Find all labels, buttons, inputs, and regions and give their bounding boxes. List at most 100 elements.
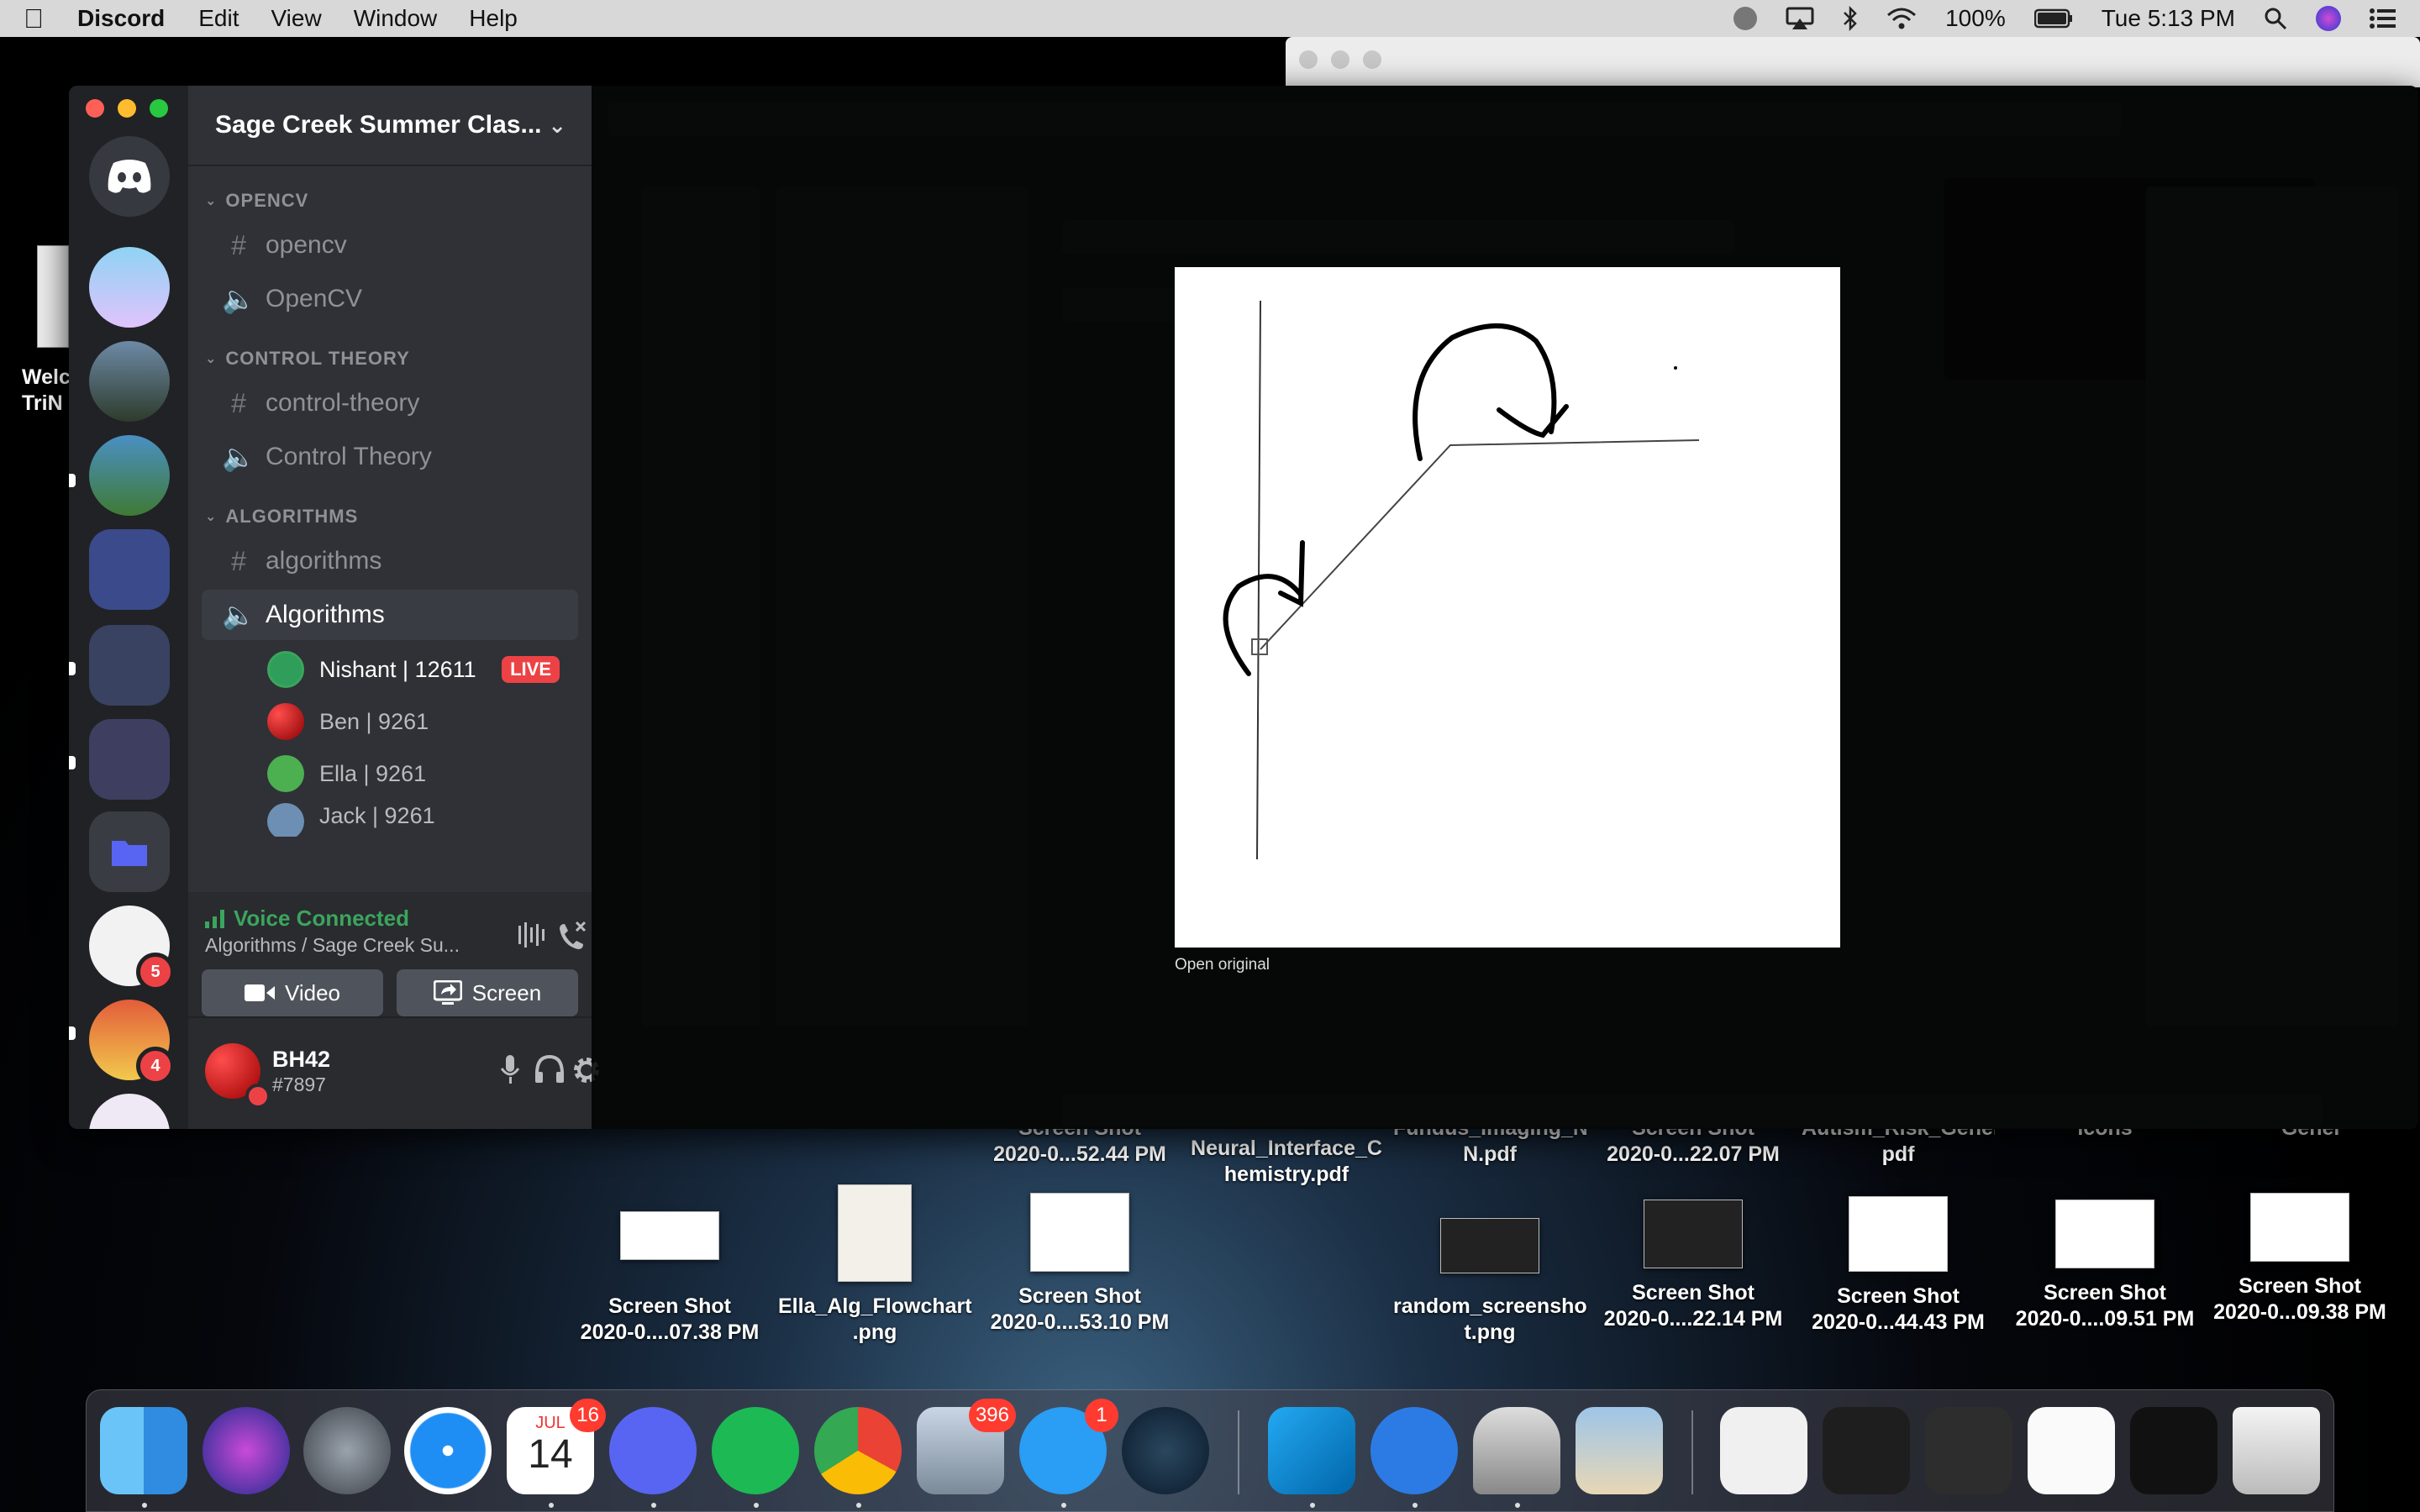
messages-icon[interactable]: 1 (1019, 1399, 1118, 1508)
siri-icon[interactable] (2316, 6, 2341, 31)
vscode-icon[interactable] (1268, 1407, 1355, 1508)
server-folder-1[interactable] (89, 529, 170, 610)
spotify-icon[interactable] (712, 1407, 799, 1508)
channel-algorithms-voice[interactable]: 🔈 Algorithms (202, 590, 578, 640)
voice-connected-status[interactable]: Voice Connected (205, 906, 409, 932)
minimized-spotify-window[interactable] (2130, 1407, 2217, 1494)
sketch-pencil-app-icon[interactable] (1370, 1407, 1458, 1508)
siri-icon[interactable] (203, 1407, 290, 1494)
screen-share-button[interactable]: Screen (397, 969, 578, 1016)
minimize-window-button[interactable] (118, 99, 136, 118)
channel-control-theory-voice[interactable]: 🔈 Control Theory (202, 432, 578, 482)
desktop-icon-screenshot-3[interactable]: Screen Shot 2020-0....22.14 PM (1597, 1200, 1790, 1332)
server-icon-cat[interactable]: 5 (89, 906, 175, 991)
noise-suppression-icon[interactable] (518, 922, 544, 948)
channel-opencv-text[interactable]: # opencv (202, 220, 578, 270)
category-control-theory[interactable]: ⌄ CONTROL THEORY (205, 348, 592, 370)
notification-badge: 396 (968, 1399, 1016, 1432)
desktop-icon-screenshot-5[interactable]: Screen Shot 2020-0....09.51 PM (2008, 1200, 2202, 1332)
guild-header[interactable]: Sage Creek Summer Clas... ⌄ (188, 86, 592, 166)
wifi-icon[interactable] (1886, 7, 1917, 30)
server-icon-first-challenge[interactable]: 4 (89, 1000, 175, 1085)
desktop-icon-partial[interactable] (0, 245, 69, 354)
microphone-icon[interactable] (501, 1055, 519, 1085)
voice-user-ella[interactable]: Ella | 9261 (267, 748, 592, 800)
notification-center-icon[interactable] (2370, 8, 2396, 29)
python-launcher-icon[interactable] (1473, 1407, 1560, 1508)
channel-control-theory-text[interactable]: # control-theory (202, 378, 578, 428)
guild-name: Sage Creek Summer Clas... (215, 111, 542, 139)
desktop-icon-screenshot-2[interactable]: Screen Shot 2020-0....53.10 PM (983, 1193, 1176, 1336)
minimized-pdf-window[interactable] (1720, 1407, 1807, 1494)
server-icon-campus[interactable] (89, 435, 170, 516)
category-label: ALGORITHMS (225, 506, 359, 527)
status-dot-icon[interactable] (1733, 7, 1758, 30)
zoom-window-button[interactable] (150, 99, 168, 118)
channel-algorithms-text[interactable]: # algorithms (202, 536, 578, 586)
calendar-icon[interactable]: JUL 14 16 (507, 1399, 606, 1508)
clock[interactable]: Tue 5:13 PM (2102, 5, 2235, 32)
apple-menu-icon[interactable]:  (24, 3, 44, 34)
channel-sidebar: Sage Creek Summer Clas... ⌄ ⌄ OPENCV # ope… (188, 86, 599, 1129)
voice-user-jack[interactable]: Jack | 9261 (267, 800, 592, 837)
trash-icon[interactable] (2233, 1407, 2320, 1494)
disconnect-call-icon[interactable] (556, 921, 587, 949)
menu-app-name[interactable]: Discord (77, 5, 165, 32)
desktop-label-top-2[interactable]: Neural_Interface_C hemistry.pdf (1190, 1136, 1383, 1188)
desktop-icon-random-screenshot[interactable]: random_screensho t.png (1393, 1218, 1587, 1346)
steam-icon[interactable] (1122, 1407, 1209, 1494)
server-folder-closed[interactable] (89, 811, 170, 892)
preview-app-icon[interactable] (1576, 1407, 1663, 1494)
menu-view[interactable]: View (271, 5, 322, 32)
image-preview[interactable] (1175, 267, 1840, 948)
screen-button-label: Screen (471, 979, 542, 1005)
mail-icon[interactable]: 396 (917, 1399, 1016, 1494)
minimized-code-window[interactable] (1823, 1407, 1910, 1494)
minimized-chrome-window[interactable] (2028, 1407, 2115, 1494)
menu-help[interactable]: Help (469, 5, 518, 32)
server-icon-building[interactable] (89, 341, 170, 422)
menu-window[interactable]: Window (354, 5, 438, 32)
launchpad-icon[interactable] (303, 1407, 391, 1494)
category-label: OPENCV (225, 190, 309, 211)
desktop-icon-flowchart[interactable]: Ella_Alg_Flowchart .png (778, 1184, 972, 1346)
spotlight-search-icon[interactable] (2264, 7, 2287, 30)
finder-icon[interactable] (100, 1407, 187, 1508)
chrome-icon[interactable] (814, 1407, 902, 1508)
menu-edit[interactable]: Edit (198, 5, 239, 32)
server-folder-3[interactable] (89, 719, 170, 800)
category-label: CONTROL THEORY (225, 348, 410, 369)
drawing-image (1223, 300, 1700, 860)
voice-user-nishant[interactable]: Nishant | 12611 LIVE (267, 643, 592, 696)
video-button[interactable]: Video (202, 969, 383, 1016)
channel-label: algorithms (266, 547, 382, 575)
airplay-icon[interactable] (1786, 7, 1814, 30)
voice-location[interactable]: Algorithms / Sage Creek Su... (205, 934, 460, 957)
headphones-icon[interactable] (534, 1055, 565, 1084)
desktop-icon-screenshot-4[interactable]: Screen Shot 2020-0...44.43 PM (1802, 1196, 1995, 1336)
bluetooth-icon[interactable] (1843, 6, 1858, 31)
close-window-button[interactable] (86, 99, 104, 118)
chevron-down-icon: ⌄ (548, 112, 566, 138)
category-algorithms[interactable]: ⌄ ALGORITHMS (205, 506, 592, 528)
battery-icon[interactable] (2033, 8, 2073, 29)
open-original-link[interactable]: Open original (1175, 956, 1270, 974)
safari-icon[interactable] (404, 1407, 492, 1494)
desktop-icon-label: Screen Shot 2020-0...09.38 PM (2213, 1274, 2386, 1324)
background-window-titlebar[interactable] (1286, 37, 2420, 87)
avatar (267, 755, 304, 792)
desktop-icon-screenshot-1[interactable]: Screen Shot 2020-0....07.38 PM (573, 1208, 766, 1346)
server-icon-birthday[interactable] (89, 247, 170, 328)
desktop-icon-screenshot-6[interactable]: Screen Shot 2020-0...09.38 PM (2203, 1193, 2396, 1326)
server-folder-2[interactable] (89, 625, 170, 706)
desktop-icon-label: Screen Shot 2020-0...44.43 PM (1812, 1284, 1985, 1334)
minimized-terminal-window[interactable] (1925, 1407, 2012, 1494)
channel-opencv-voice[interactable]: 🔈 OpenCV (202, 274, 578, 324)
voice-user-ben[interactable]: Ben | 9261 (267, 696, 592, 748)
discord-dock-icon[interactable] (609, 1407, 697, 1508)
category-caret-icon: ⌄ (205, 352, 218, 366)
signal-bars-icon (205, 909, 224, 928)
discord-home-button[interactable] (89, 136, 170, 217)
category-opencv[interactable]: ⌄ OPENCV (205, 190, 592, 212)
server-icon-partial[interactable] (89, 1094, 170, 1129)
